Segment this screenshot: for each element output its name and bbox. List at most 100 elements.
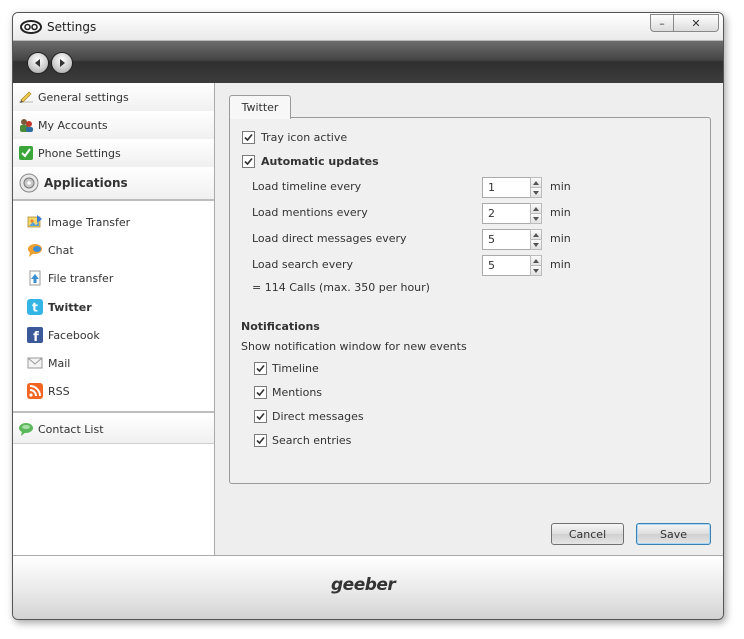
sidebar-item-applications[interactable]: Applications (13, 167, 214, 200)
decrement-button[interactable] (530, 266, 542, 276)
search-entries-notification-checkbox[interactable] (254, 434, 267, 447)
settings-sidebar: General settings My Accounts Phone Setti… (13, 83, 215, 555)
rss-icon (27, 383, 43, 399)
direct-messages-interval-stepper[interactable] (530, 229, 542, 250)
sidebar-item-label: Image Transfer (48, 215, 131, 229)
timeline-interval-label: Load timeline every (252, 180, 362, 193)
automatic-updates-checkbox[interactable] (242, 155, 255, 168)
forward-button[interactable] (51, 52, 73, 74)
search-interval-label: Load search every (252, 258, 353, 271)
checkmark-icon (256, 388, 265, 397)
checkmark-icon (256, 412, 265, 421)
mentions-notification-label: Mentions (272, 386, 323, 399)
timeline-notification-checkbox[interactable] (254, 362, 267, 375)
footer-bar: geeber (13, 555, 723, 619)
sidebar-item-contact-list[interactable]: Contact List (13, 415, 214, 444)
sidebar-item-label: Mail (48, 356, 71, 370)
tab-twitter[interactable]: Twitter (229, 95, 291, 119)
checkmark-icon (244, 133, 253, 142)
search-entries-notification-label: Search entries (272, 434, 352, 447)
automatic-updates-label: Automatic updates (261, 155, 379, 168)
increment-button[interactable] (530, 203, 542, 214)
search-interval-field[interactable]: 5 (482, 255, 531, 276)
notifications-heading: Notifications (241, 320, 320, 333)
sidebar-item-facebook[interactable]: f Facebook (13, 321, 214, 349)
sidebar-item-my-accounts[interactable]: My Accounts (13, 111, 214, 140)
sidebar-item-label: Twitter (48, 300, 92, 314)
sidebar-item-label: Phone Settings (38, 146, 121, 160)
sidebar-item-twitter[interactable]: t Twitter (13, 293, 214, 321)
settings-content: Twitter Tray icon active Automatic updat… (215, 83, 723, 555)
accounts-icon (18, 117, 34, 133)
up-arrow-icon (533, 232, 539, 237)
direct-messages-notification-label: Direct messages (272, 410, 364, 423)
direct-messages-interval-label: Load direct messages every (252, 232, 407, 245)
minimize-icon: – (659, 16, 665, 30)
chat-icon (27, 242, 43, 258)
close-button[interactable]: ✕ (674, 14, 719, 32)
file-transfer-icon (27, 270, 43, 286)
applications-icon (18, 172, 40, 194)
sidebar-item-label: General settings (38, 90, 129, 104)
timeline-interval-unit: min (550, 180, 571, 193)
direct-messages-interval-unit: min (550, 232, 571, 245)
minimize-button[interactable]: – (650, 14, 674, 32)
calls-summary: = 114 Calls (max. 350 per hour) (252, 281, 430, 294)
close-icon: ✕ (691, 16, 701, 30)
tray-icon-label: Tray icon active (261, 131, 348, 144)
down-arrow-icon (533, 242, 539, 247)
search-interval-unit: min (550, 258, 571, 271)
timeline-interval-stepper[interactable] (530, 177, 542, 198)
settings-window: Settings – ✕ General settings My Account… (12, 12, 724, 620)
checkmark-icon (256, 364, 265, 373)
forward-arrow-icon (60, 59, 65, 67)
decrement-button[interactable] (530, 188, 542, 198)
sidebar-item-label: My Accounts (38, 118, 108, 132)
image-transfer-icon (27, 214, 43, 230)
back-button[interactable] (27, 52, 49, 74)
increment-button[interactable] (530, 229, 542, 240)
cancel-button[interactable]: Cancel (551, 523, 624, 545)
geeber-wordmark: geeber (331, 575, 396, 595)
up-arrow-icon (533, 180, 539, 185)
sidebar-item-label: Contact List (38, 422, 104, 436)
decrement-button[interactable] (530, 214, 542, 224)
mentions-interval-unit: min (550, 206, 571, 219)
search-interval-stepper[interactable] (530, 255, 542, 276)
sidebar-item-label: Applications (44, 176, 128, 190)
checkmark-icon (256, 436, 265, 445)
sidebar-item-mail[interactable]: Mail (13, 349, 214, 377)
increment-button[interactable] (530, 255, 542, 266)
sidebar-item-file-transfer[interactable]: File transfer (13, 264, 214, 292)
down-arrow-icon (533, 190, 539, 195)
timeline-interval-field[interactable]: 1 (482, 177, 531, 198)
sidebar-item-chat[interactable]: Chat (13, 236, 214, 264)
sidebar-item-label: File transfer (48, 271, 114, 285)
mentions-notification-checkbox[interactable] (254, 386, 267, 399)
down-arrow-icon (533, 216, 539, 221)
tab-label: Twitter (241, 101, 279, 114)
contact-list-icon (18, 421, 34, 437)
increment-button[interactable] (530, 177, 542, 188)
save-button-label: Save (659, 527, 687, 541)
sidebar-item-rss[interactable]: RSS (13, 377, 214, 405)
notifications-description: Show notification window for new events (241, 340, 467, 353)
twitter-settings-panel: Tray icon active Automatic updates Load … (229, 117, 711, 484)
tray-icon-checkbox[interactable] (242, 131, 255, 144)
mentions-interval-stepper[interactable] (530, 203, 542, 224)
sidebar-item-phone-settings[interactable]: Phone Settings (13, 139, 214, 168)
mail-icon (27, 355, 43, 371)
mentions-interval-value: 2 (488, 207, 495, 220)
mentions-interval-field[interactable]: 2 (482, 203, 531, 224)
timeline-interval-value: 1 (488, 181, 495, 194)
sidebar-item-general-settings[interactable]: General settings (13, 83, 214, 112)
save-button[interactable]: Save (636, 523, 711, 545)
sidebar-item-image-transfer[interactable]: Image Transfer (13, 208, 214, 236)
sidebar-divider (13, 199, 214, 201)
direct-messages-notification-checkbox[interactable] (254, 410, 267, 423)
sidebar-divider (13, 411, 214, 413)
svg-text:f: f (33, 330, 39, 343)
direct-messages-interval-field[interactable]: 5 (482, 229, 531, 250)
up-arrow-icon (533, 206, 539, 211)
decrement-button[interactable] (530, 240, 542, 250)
